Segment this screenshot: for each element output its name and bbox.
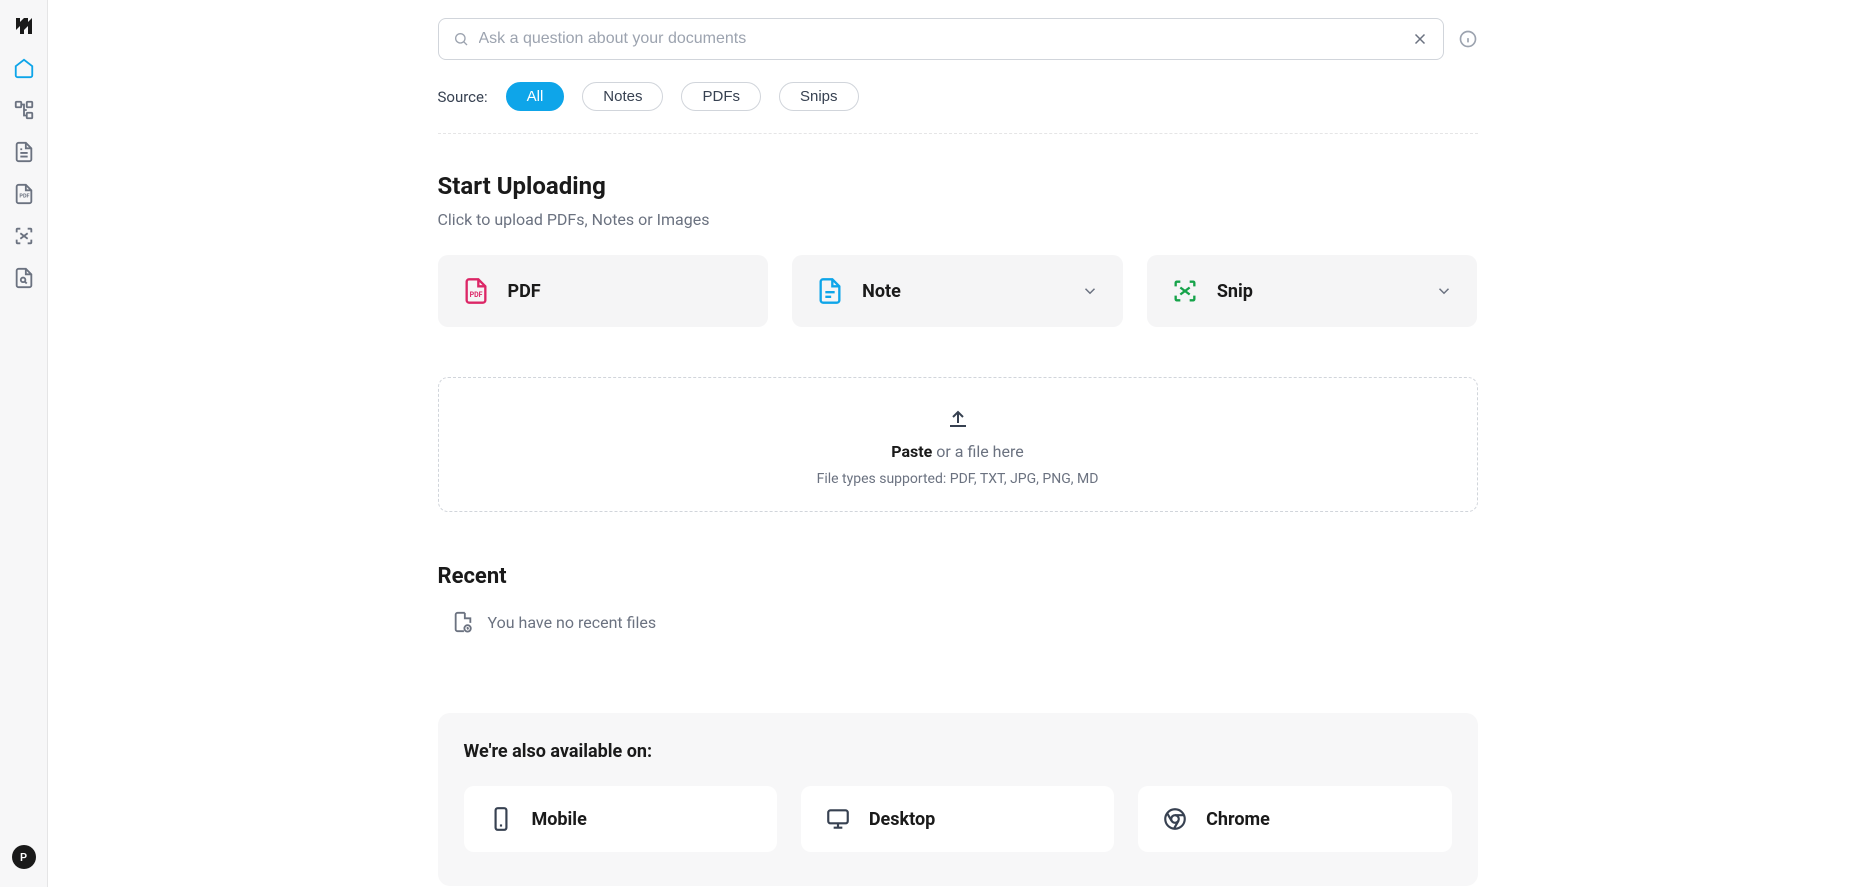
chrome-icon (1162, 806, 1188, 832)
info-icon[interactable] (1458, 29, 1478, 49)
nav-file-search-icon[interactable] (12, 266, 36, 290)
platform-label: Mobile (532, 809, 587, 830)
filter-pdfs[interactable]: PDFs (681, 82, 761, 111)
platform-label: Chrome (1206, 809, 1270, 830)
clear-icon[interactable] (1411, 30, 1429, 48)
start-uploading-heading: Start Uploading (438, 172, 1478, 200)
upload-icon (946, 408, 970, 432)
sidebar: PDF P (0, 0, 48, 887)
snip-icon (1171, 277, 1199, 305)
filter-all[interactable]: All (506, 82, 565, 111)
desktop-icon (825, 806, 851, 832)
upload-cards: PDF PDF Note Snip (438, 255, 1478, 327)
start-uploading-subheading: Click to upload PDFs, Notes or Images (438, 210, 1478, 229)
avatar[interactable]: P (12, 845, 36, 869)
nav-snip-icon[interactable] (12, 224, 36, 248)
filter-notes[interactable]: Notes (582, 82, 663, 111)
search-icon (453, 31, 469, 47)
file-clock-icon (452, 611, 474, 633)
dropzone[interactable]: Paste or a file here File types supporte… (438, 377, 1478, 512)
svg-text:PDF: PDF (469, 291, 482, 299)
app-logo[interactable] (12, 14, 36, 38)
chevron-down-icon (1081, 282, 1099, 300)
platform-cards: Mobile Desktop Chrome (464, 786, 1452, 852)
pdf-icon: PDF (462, 277, 490, 305)
available-heading: We're also available on: (464, 741, 1452, 762)
nav-tree-icon[interactable] (12, 98, 36, 122)
platform-card-desktop[interactable]: Desktop (801, 786, 1114, 852)
recent-heading: Recent (438, 564, 1478, 589)
nav-home-icon[interactable] (12, 56, 36, 80)
search-row (438, 18, 1478, 60)
source-filter-row: Source: All Notes PDFs Snips (438, 82, 1478, 134)
search-input[interactable] (479, 30, 1401, 48)
platform-label: Desktop (869, 809, 935, 830)
recent-empty: You have no recent files (438, 611, 1478, 633)
nav-pdf-icon[interactable]: PDF (12, 182, 36, 206)
upload-card-label: PDF (508, 281, 745, 302)
source-label: Source: (438, 88, 488, 106)
recent-empty-text: You have no recent files (488, 613, 657, 632)
note-icon (816, 277, 844, 305)
platform-card-mobile[interactable]: Mobile (464, 786, 777, 852)
upload-card-label: Snip (1217, 281, 1418, 302)
platform-card-chrome[interactable]: Chrome (1138, 786, 1451, 852)
available-section: We're also available on: Mobile Desktop (438, 713, 1478, 886)
filter-snips[interactable]: Snips (779, 82, 859, 111)
dropzone-text: Paste or a file here (891, 442, 1023, 461)
chevron-down-icon (1435, 282, 1453, 300)
nav-document-icon[interactable] (12, 140, 36, 164)
upload-card-pdf[interactable]: PDF PDF (438, 255, 769, 327)
upload-card-label: Note (862, 281, 1063, 302)
upload-card-note[interactable]: Note (792, 255, 1123, 327)
search-box[interactable] (438, 18, 1444, 60)
upload-card-snip[interactable]: Snip (1147, 255, 1478, 327)
dropzone-subtext: File types supported: PDF, TXT, JPG, PNG… (817, 471, 1099, 487)
svg-text:PDF: PDF (19, 194, 29, 200)
mobile-icon (488, 806, 514, 832)
main-content: Source: All Notes PDFs Snips Start Uploa… (48, 0, 1867, 887)
